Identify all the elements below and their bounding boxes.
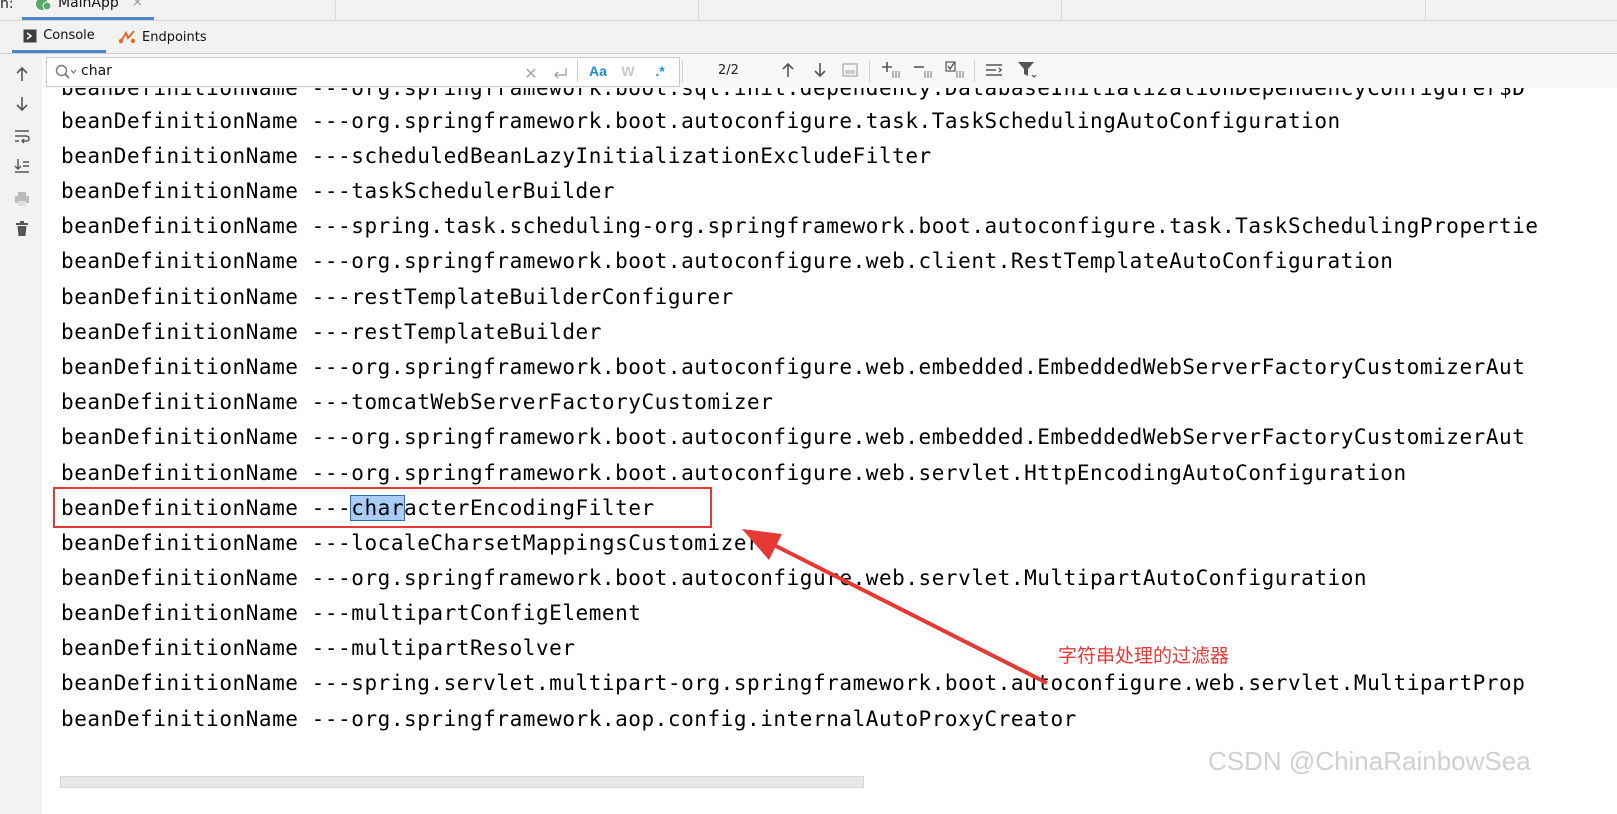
- scroll-to-end-icon[interactable]: [12, 156, 32, 176]
- arrow-up-icon[interactable]: [12, 64, 32, 84]
- console-side-toolbar: [0, 54, 43, 814]
- previous-occurrence-icon[interactable]: [778, 60, 798, 80]
- divider: [869, 60, 870, 82]
- tab-endpoints[interactable]: Endpoints: [118, 21, 207, 53]
- tab-divider: [698, 0, 699, 20]
- search-field: ✕ Aa W .*: [46, 57, 680, 87]
- search-input[interactable]: [81, 61, 541, 81]
- whole-words-toggle[interactable]: W: [617, 61, 639, 81]
- run-tool-window-bar: n: MainApp ×: [0, 0, 1617, 21]
- remove-occurrence-icon[interactable]: [912, 60, 934, 80]
- regex-toggle[interactable]: .*: [647, 61, 673, 81]
- divider: [682, 60, 683, 82]
- console-icon: [23, 29, 37, 43]
- tab-console-label: Console: [43, 28, 95, 43]
- clear-search-icon[interactable]: ✕: [523, 64, 539, 84]
- horizontal-scrollbar[interactable]: [60, 776, 864, 788]
- endpoints-icon: [118, 29, 136, 45]
- divider: [974, 60, 975, 82]
- annotation-text: 字符串处理的过滤器: [1058, 645, 1230, 667]
- annotation-arrow: [742, 529, 1048, 685]
- next-occurrence-icon[interactable]: [810, 60, 830, 80]
- tab-endpoints-label: Endpoints: [142, 29, 207, 45]
- select-all-occurrences-icon[interactable]: [944, 60, 966, 80]
- run-tab-label: MainApp: [58, 0, 119, 11]
- run-tab-mainapp[interactable]: MainApp ×: [22, 0, 154, 20]
- soft-wrap-icon[interactable]: [12, 126, 32, 146]
- tab-console[interactable]: Console: [12, 21, 106, 53]
- filter-icon[interactable]: [1016, 60, 1038, 80]
- tool-tabs-bar: Console Endpoints: [0, 21, 1617, 54]
- tab-divider: [1061, 0, 1062, 20]
- new-line-icon[interactable]: [551, 64, 569, 84]
- match-counter: 2/2: [718, 63, 739, 78]
- search-icon: [55, 64, 77, 84]
- multiline-icon[interactable]: [984, 60, 1004, 80]
- watermark: CSDN @ChinaRainbowSea: [1208, 746, 1531, 776]
- match-case-toggle[interactable]: Aa: [585, 61, 611, 81]
- divider: [577, 60, 578, 82]
- console-search-bar: ✕ Aa W .* 2/2: [42, 54, 1617, 89]
- trash-icon[interactable]: [12, 219, 32, 239]
- tab-divider: [335, 0, 336, 20]
- arrow-down-icon[interactable]: [12, 94, 32, 114]
- console-output[interactable]: beanDefinitionName ---org.springframewor…: [42, 88, 1617, 814]
- close-icon[interactable]: ×: [132, 0, 143, 10]
- add-occurrence-icon[interactable]: [880, 60, 902, 80]
- spring-app-icon: [34, 0, 52, 11]
- print-icon[interactable]: [12, 189, 32, 209]
- run-prefix-label: n:: [0, 0, 14, 12]
- tab-divider: [1425, 0, 1426, 20]
- filter-search-results-icon[interactable]: [840, 60, 860, 80]
